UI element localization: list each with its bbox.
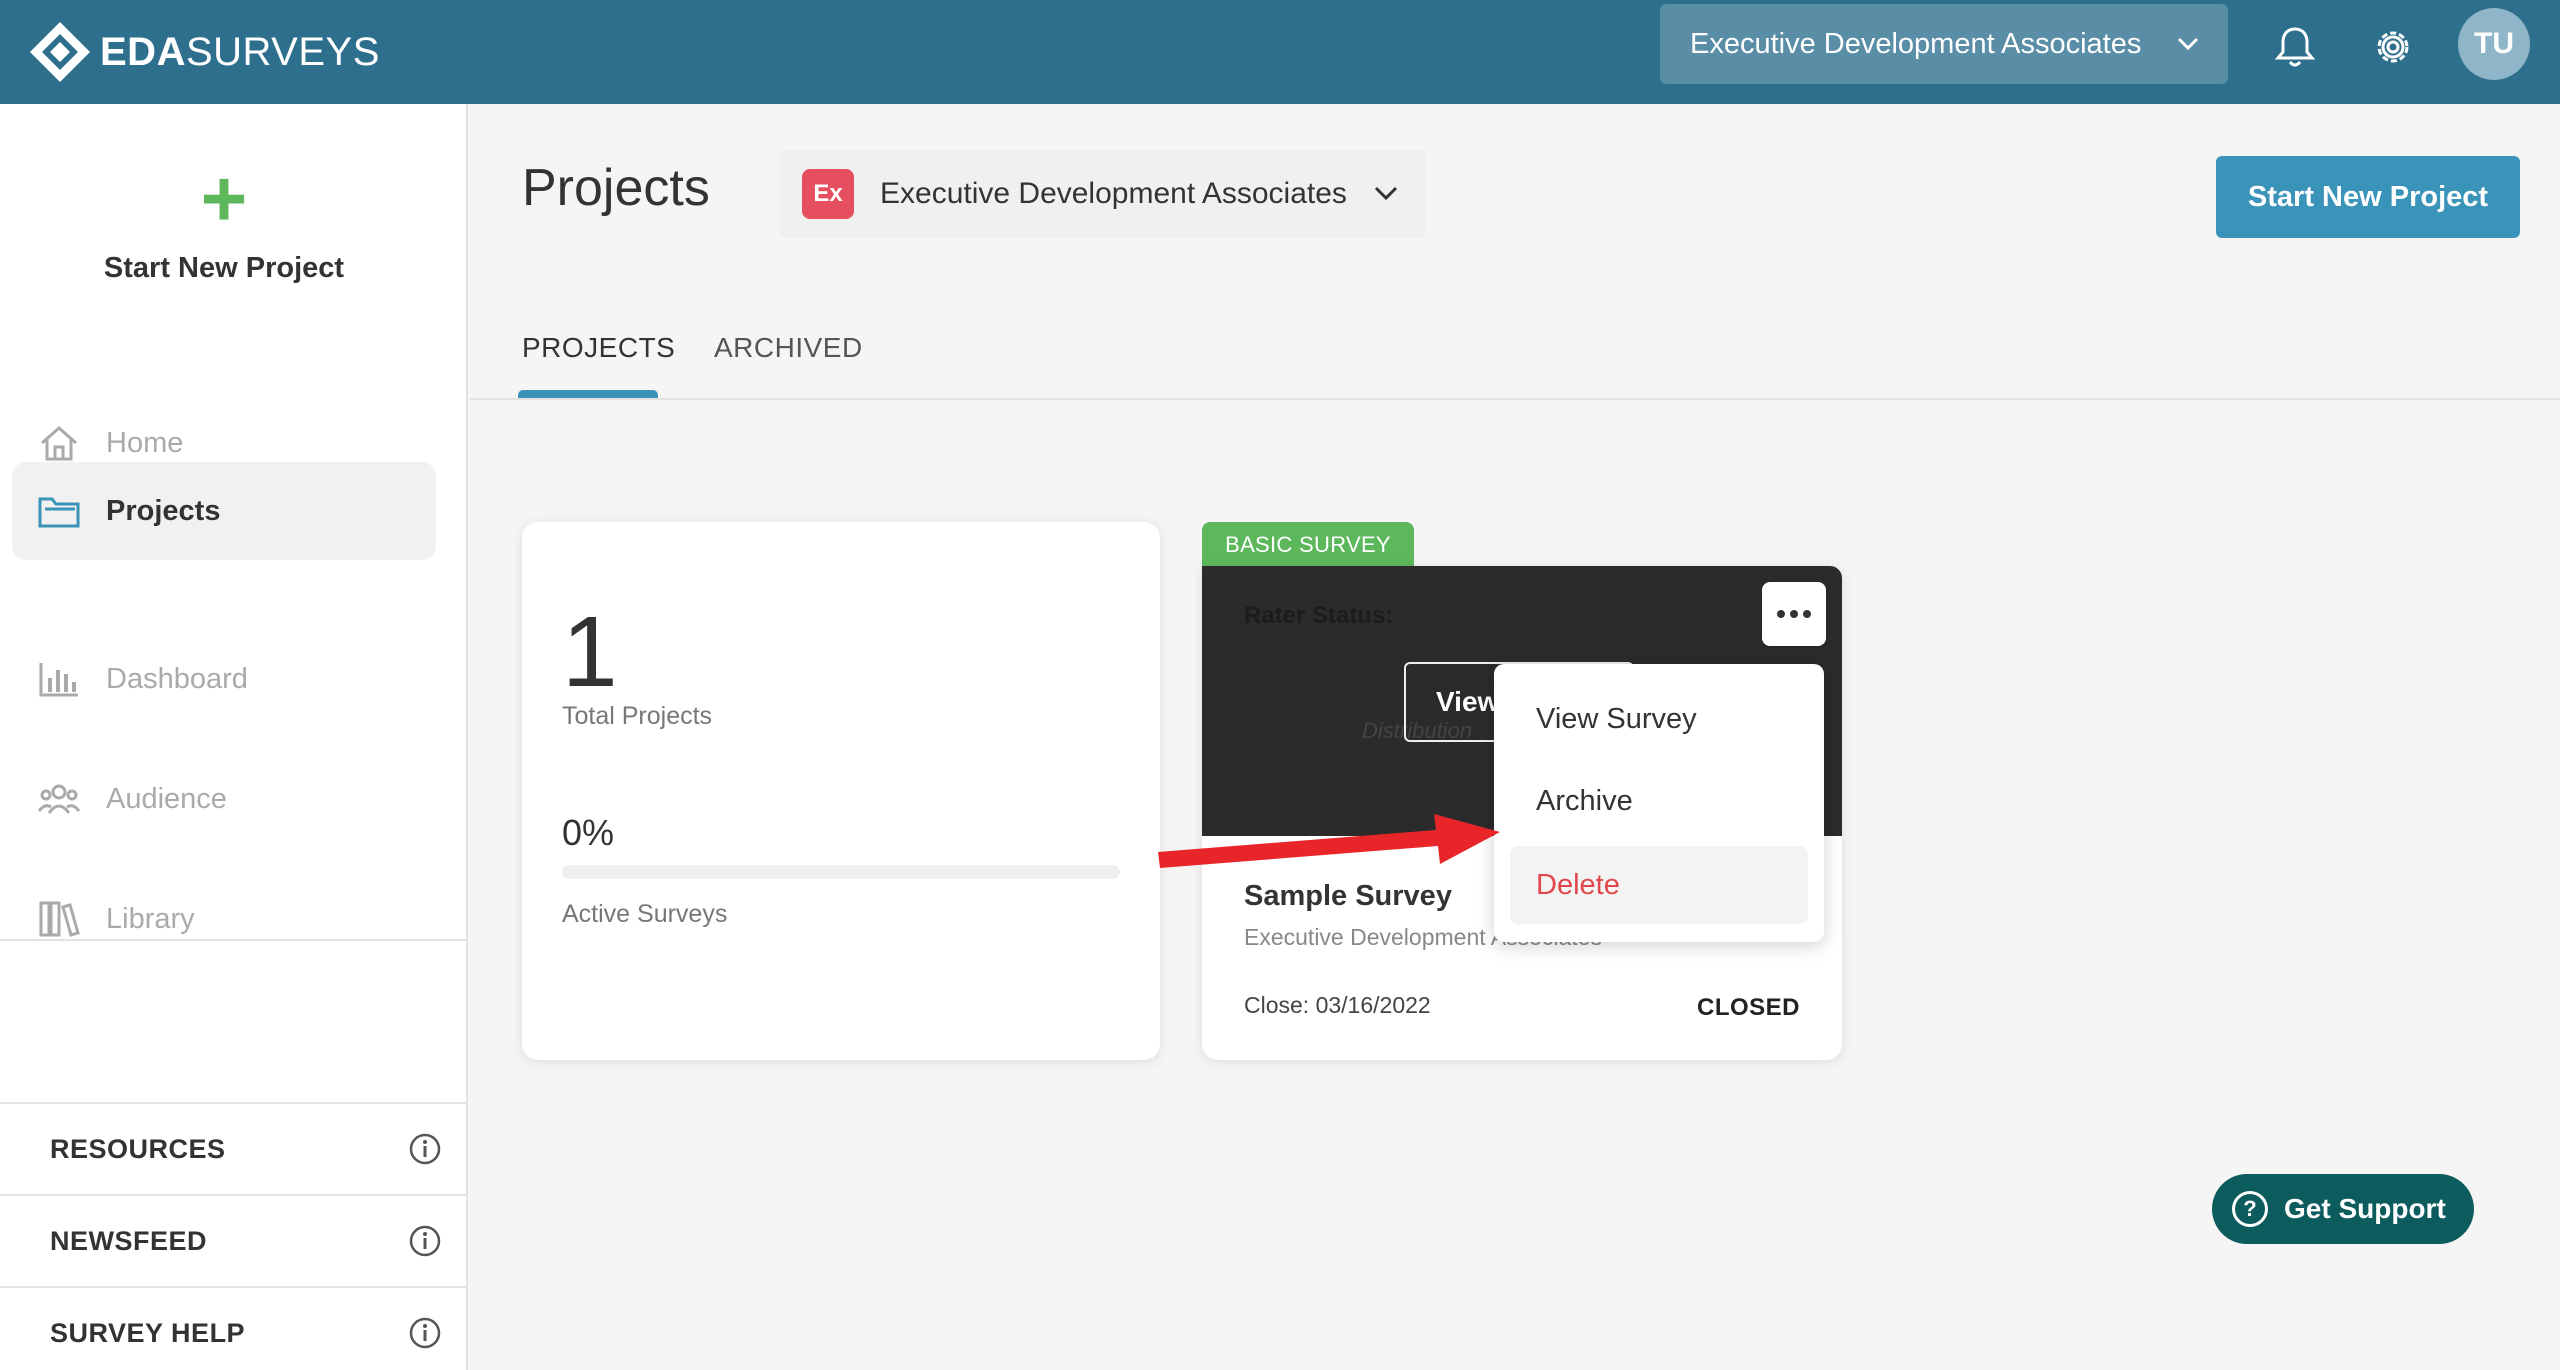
- question-icon: ?: [2232, 1191, 2268, 1227]
- org-selector-label: Executive Development Associates: [1690, 27, 2142, 60]
- people-icon: [36, 776, 82, 822]
- ellipsis-icon: [1777, 610, 1811, 618]
- survey-status-badge: CLOSED: [1696, 994, 1800, 1021]
- tabs-divider: [470, 398, 2560, 400]
- more-options-button[interactable]: [1762, 582, 1826, 646]
- sidebar-item-label: Dashboard: [106, 662, 248, 695]
- survey-options-menu: View Survey Archive Delete: [1494, 664, 1824, 942]
- bar-chart-icon: [36, 656, 82, 702]
- chevron-down-icon: [2177, 37, 2199, 51]
- tab-projects[interactable]: PROJECTS: [522, 332, 675, 364]
- settings-button[interactable]: [2366, 20, 2420, 74]
- sidebar-item-label: Library: [106, 902, 195, 935]
- info-icon[interactable]: [408, 1132, 442, 1166]
- sidebar-section-newsfeed[interactable]: NEWSFEED: [0, 1194, 466, 1286]
- org-selector-dropdown[interactable]: Executive Development Associates: [1660, 4, 2228, 84]
- sidebar-section-label: NEWSFEED: [50, 1225, 208, 1256]
- home-icon: [36, 420, 82, 466]
- survey-type-badge: BASIC SURVEY: [1202, 522, 1414, 568]
- bell-icon: [2274, 27, 2316, 67]
- survey-title: Sample Survey: [1244, 880, 1452, 912]
- menu-item-view-survey[interactable]: View Survey: [1510, 680, 1808, 758]
- sidebar-item-library[interactable]: Library: [12, 870, 436, 968]
- survey-close-date: Close: 03/16/2022: [1244, 992, 1431, 1018]
- total-projects-count: 1: [562, 596, 618, 708]
- logo-diamond-icon: [30, 22, 90, 82]
- project-stats-card: 1 Total Projects 0% Active Surveys: [522, 522, 1160, 1060]
- org-filter-dropdown[interactable]: Ex Executive Development Associates: [780, 150, 1426, 238]
- sidebar-item-dashboard[interactable]: Dashboard: [12, 630, 436, 728]
- plus-icon: +: [200, 154, 248, 243]
- get-support-label: Get Support: [2284, 1193, 2446, 1224]
- logo-text: EDASURVEYS: [100, 29, 380, 74]
- sidebar-section-resources[interactable]: RESOURCES: [0, 1102, 466, 1194]
- active-surveys-percent: 0%: [562, 812, 615, 853]
- sidebar-section-label: RESOURCES: [50, 1133, 226, 1164]
- active-surveys-label: Active Surveys: [562, 900, 728, 928]
- library-icon: [36, 896, 82, 942]
- rater-status-label: Rater Status:: [1244, 602, 1394, 629]
- get-support-button[interactable]: ? Get Support: [2212, 1174, 2474, 1244]
- gear-icon: [2377, 31, 2409, 63]
- sidebar-item-projects[interactable]: Projects: [12, 462, 436, 560]
- info-icon[interactable]: [408, 1316, 442, 1350]
- org-filter-label: Executive Development Associates: [880, 177, 1347, 210]
- menu-item-delete[interactable]: Delete: [1510, 846, 1808, 924]
- page-title: Projects: [522, 159, 710, 217]
- menu-item-archive[interactable]: Archive: [1510, 762, 1808, 840]
- org-badge: Ex: [802, 169, 854, 219]
- info-icon[interactable]: [408, 1224, 442, 1258]
- notifications-button[interactable]: [2268, 20, 2322, 74]
- chevron-down-icon: [1374, 186, 1398, 201]
- start-new-project-button[interactable]: Start New Project: [2216, 156, 2520, 238]
- user-avatar[interactable]: TU: [2458, 8, 2530, 80]
- sidebar-start-new-project-label: Start New Project: [103, 252, 345, 284]
- sidebar-item-label: Home: [106, 426, 184, 459]
- folder-icon: [36, 488, 82, 534]
- sidebar-section-survey-help[interactable]: SURVEY HELP: [0, 1286, 466, 1370]
- total-projects-label: Total Projects: [562, 702, 713, 730]
- top-bar: EDASURVEYS Executive Development Associa…: [0, 0, 2560, 104]
- app-logo[interactable]: EDASURVEYS: [28, 10, 380, 94]
- active-surveys-progress-bar: [562, 865, 1120, 879]
- sidebar-item-audience[interactable]: Audience: [12, 750, 436, 848]
- annotation-arrow-icon: [1158, 814, 1500, 868]
- sidebar-section-label: SURVEY HELP: [50, 1317, 246, 1348]
- sidebar: + Start New Project Home Projects Dashbo…: [0, 104, 468, 1370]
- tab-archived[interactable]: ARCHIVED: [714, 332, 863, 364]
- sidebar-divider: [0, 939, 466, 941]
- sidebar-item-label: Projects: [106, 494, 221, 527]
- sidebar-start-new-project[interactable]: + Start New Project: [0, 154, 448, 285]
- sidebar-item-label: Audience: [106, 782, 227, 815]
